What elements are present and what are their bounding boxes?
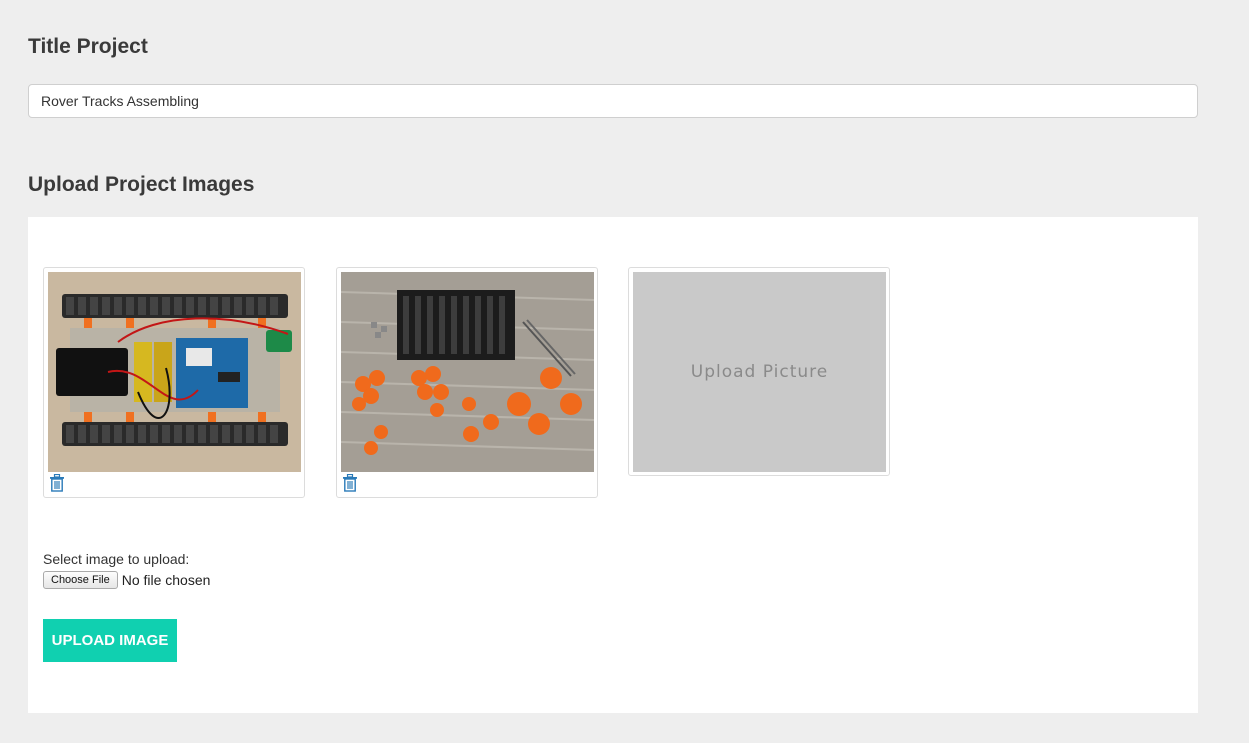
choose-file-button[interactable]: Choose File (43, 571, 118, 589)
delete-image-1-trash-icon[interactable] (49, 473, 65, 492)
upload-picture-placeholder: Upload Picture (633, 272, 886, 472)
select-image-label: Select image to upload: (43, 551, 190, 567)
upload-panel: Upload Picture Select image to upload: C… (28, 217, 1198, 713)
project-image-1 (48, 272, 301, 472)
upload-image-button[interactable]: UPLOAD IMAGE (43, 619, 177, 662)
upload-placeholder-card[interactable]: Upload Picture (628, 267, 890, 476)
image-card-2 (336, 267, 598, 498)
upload-images-heading: Upload Project Images (28, 173, 255, 196)
file-input-row: Choose File No file chosen (43, 571, 210, 589)
title-project-input[interactable] (28, 84, 1198, 118)
delete-image-2-trash-icon[interactable] (342, 473, 358, 492)
image-card-1 (43, 267, 305, 498)
title-project-heading: Title Project (28, 35, 148, 58)
project-image-2 (341, 272, 594, 472)
no-file-chosen-text: No file chosen (121, 572, 211, 588)
